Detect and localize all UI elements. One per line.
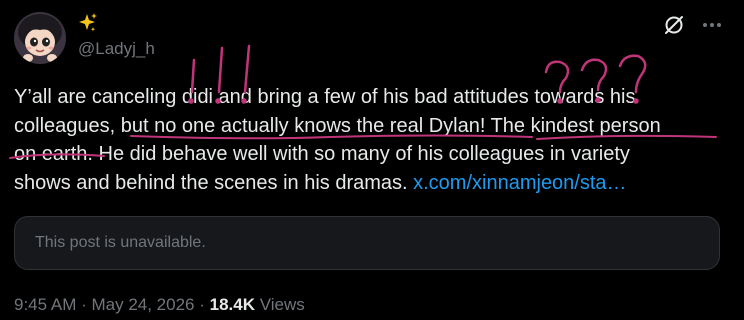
author-handle[interactable]: @Ladyj_h <box>78 38 155 60</box>
grok-icon[interactable] <box>663 14 685 36</box>
post-text-line-2: colleagues, but no one actually knows th… <box>14 114 661 137</box>
grok-icon-graphic <box>665 16 683 34</box>
quoted-post-card[interactable]: This post is unavailable. <box>14 216 720 270</box>
meta-separator-2: · <box>194 295 210 314</box>
more-options-icon[interactable] <box>700 14 724 36</box>
post-time[interactable]: 9:45 AM <box>14 295 76 314</box>
post-text: Y’all are canceling didi and bring a few… <box>14 83 726 197</box>
meta-separator: · <box>76 295 92 314</box>
sparkles-icon <box>79 13 97 32</box>
avatar[interactable] <box>14 12 66 64</box>
unavailable-message: This post is unavailable. <box>35 234 206 251</box>
post-text-line-4: shows and behind the scenes in his drama… <box>14 169 726 198</box>
post-link[interactable]: x.com/xinnamjeon/sta… <box>413 172 626 194</box>
ellipsis-icon <box>703 23 721 27</box>
views-label: Views <box>254 295 305 314</box>
post-text-line-4-body: shows and behind the scenes in his drama… <box>14 171 414 194</box>
avatar-image <box>14 12 66 64</box>
views-count[interactable]: 18.4K <box>210 295 255 314</box>
post-text-line-3: on earth. He did behave well with so man… <box>14 143 630 165</box>
post-meta: 9:45 AM · May 24, 2026 · 18.4K Views <box>14 294 305 316</box>
post-text-line-1: Y’all are canceling didi and bring a few… <box>14 86 636 108</box>
tweet: ✨ @Ladyj_h Y’all are canceling didi and … <box>0 0 744 320</box>
post-date[interactable]: May 24, 2026 <box>91 295 194 314</box>
sparkles-emoji[interactable]: ✨ <box>78 12 98 34</box>
